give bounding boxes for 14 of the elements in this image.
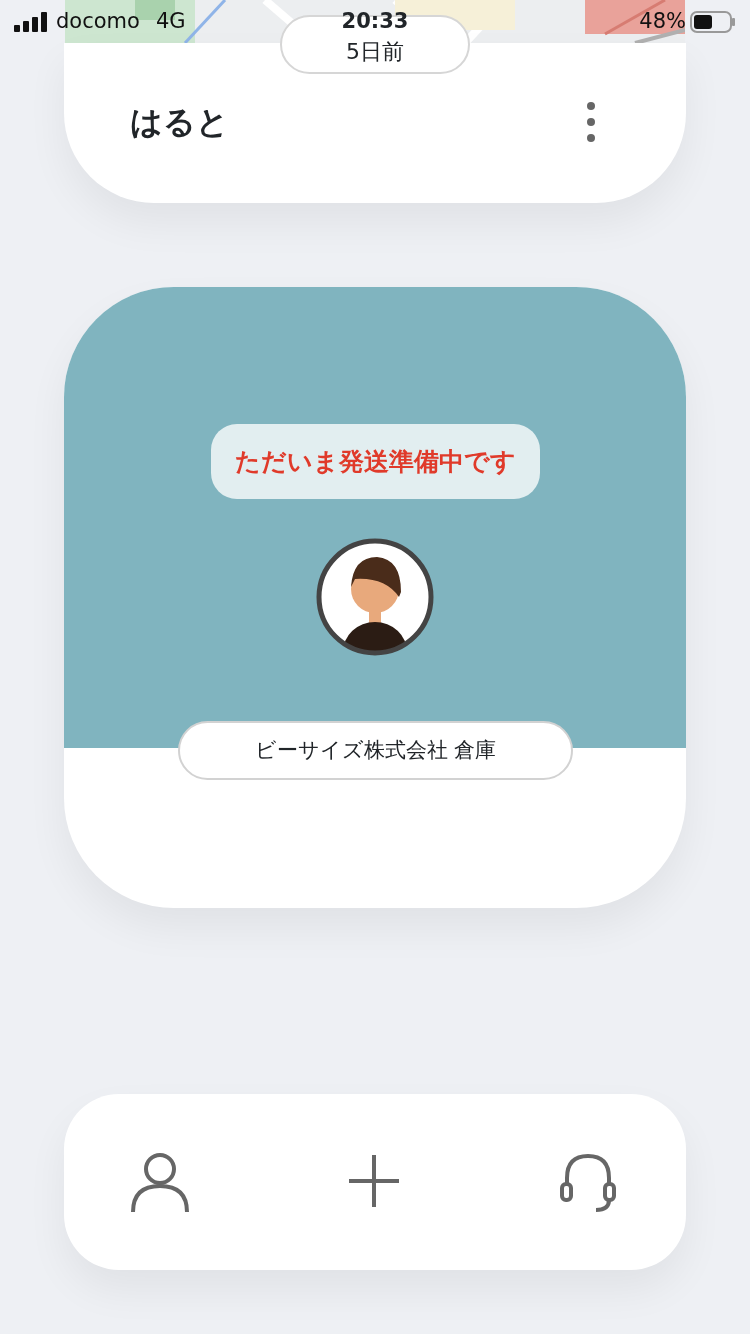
user-name: はると — [130, 102, 229, 143]
signal-icon — [14, 11, 48, 32]
location-label: ビーサイズ株式会社 倉庫 — [178, 721, 573, 780]
kebab-menu-icon — [586, 101, 596, 143]
battery-icon — [690, 10, 736, 33]
more-options-button[interactable] — [586, 101, 596, 143]
carrier-name: docomo — [56, 7, 140, 35]
shipping-status-label: ただいま発送準備中です — [210, 424, 540, 499]
person-icon — [130, 1150, 190, 1214]
avatar-icon — [315, 537, 435, 657]
profile-button[interactable] — [130, 1150, 190, 1214]
clock-time: 20:33 — [341, 9, 409, 33]
battery-percentage: 48% — [639, 7, 686, 35]
network-type: 4G — [155, 7, 186, 35]
